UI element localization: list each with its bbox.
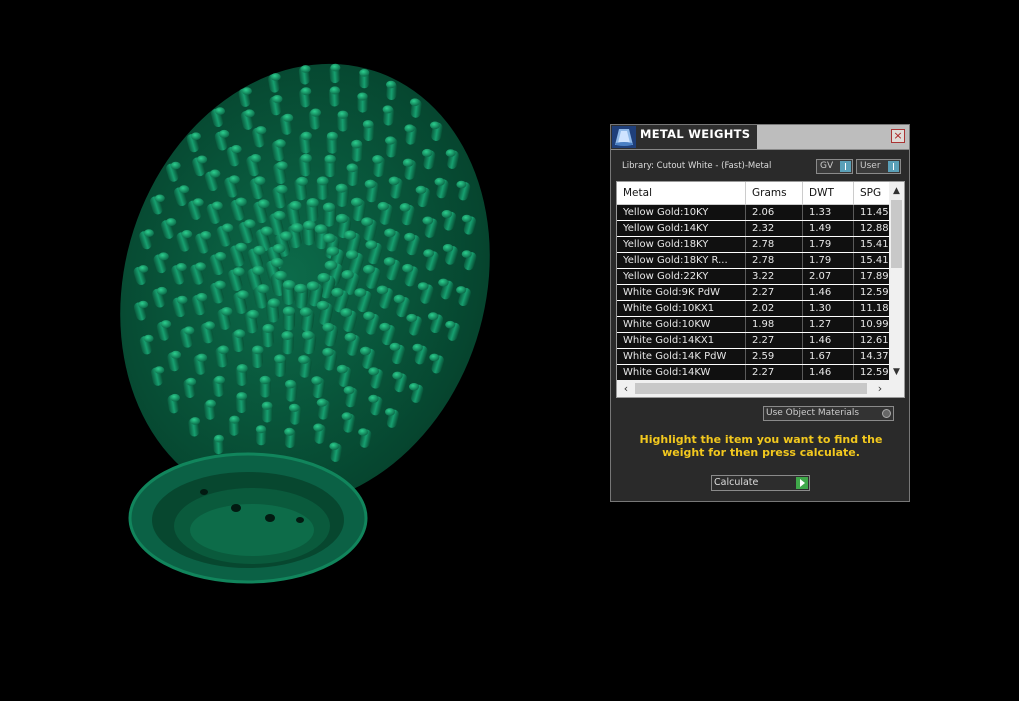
- cell-metal: White Gold:14KX1: [617, 333, 746, 348]
- cell-spg: 14.37: [860, 351, 889, 362]
- 3d-viewport[interactable]: [0, 0, 600, 697]
- column-header-metal[interactable]: Metal: [617, 182, 746, 204]
- user-toggle[interactable]: User: [856, 159, 901, 174]
- table-row[interactable]: White Gold:10KW 1.98 1.27 10.99: [617, 317, 889, 332]
- table-row[interactable]: White Gold:14KX1 2.27 1.46 12.61: [617, 333, 889, 348]
- cell-dwt: 1.46: [803, 333, 854, 348]
- cell-dwt: 1.30: [803, 301, 854, 316]
- table-body: Yellow Gold:10KY 2.06 1.33 11.45 Yellow …: [617, 205, 889, 380]
- cell-metal: Yellow Gold:18KY: [617, 237, 746, 252]
- cell-spg: 17.89: [860, 271, 889, 282]
- cell-spg: 12.59: [860, 367, 889, 378]
- instruction-text: Highlight the item you want to find the …: [639, 433, 883, 459]
- cell-metal: Yellow Gold:22KY: [617, 269, 746, 284]
- cell-grams: 2.06: [746, 205, 803, 220]
- calculate-button[interactable]: Calculate: [711, 475, 810, 491]
- table-row[interactable]: Yellow Gold:18KY 2.78 1.79 15.41: [617, 237, 889, 252]
- cell-dwt: 2.07: [803, 269, 854, 284]
- cell-spg: 12.61: [860, 335, 889, 346]
- cell-metal: White Gold:10KX1: [617, 301, 746, 316]
- use-object-materials-option[interactable]: Use Object Materials: [763, 406, 894, 421]
- user-toggle-knob: [888, 161, 899, 172]
- scroll-down-icon[interactable]: ▼: [889, 365, 904, 379]
- dialog-titlebar[interactable]: METAL WEIGHTS ×: [611, 125, 909, 150]
- cell-dwt: 1.27: [803, 317, 854, 332]
- scroll-corner: [889, 380, 904, 397]
- cell-dwt: 1.46: [803, 285, 854, 300]
- title-tab: METAL WEIGHTS: [611, 125, 757, 149]
- cell-spg: 12.88: [860, 223, 889, 234]
- cell-metal: White Gold:14KW: [617, 365, 746, 380]
- cell-grams: 2.32: [746, 221, 803, 236]
- table-row[interactable]: Yellow Gold:10KY 2.06 1.33 11.45: [617, 205, 889, 220]
- gv-toggle-knob: [840, 161, 851, 172]
- cell-dwt: 1.79: [803, 253, 854, 268]
- cell-spg: 12.59: [860, 287, 889, 298]
- horizontal-scroll-thumb[interactable]: [635, 383, 867, 394]
- cell-dwt: 1.49: [803, 221, 854, 236]
- ring-model[interactable]: [0, 0, 600, 697]
- cell-spg: 15.41: [860, 255, 889, 266]
- dialog-title: METAL WEIGHTS: [640, 127, 751, 141]
- table-row[interactable]: White Gold:10KX1 2.02 1.30 11.18: [617, 301, 889, 316]
- cell-grams: 2.27: [746, 365, 803, 380]
- table-header: Metal Grams DWT SPG: [617, 182, 889, 205]
- vertical-scroll-thumb[interactable]: [891, 200, 902, 268]
- cell-dwt: 1.67: [803, 349, 854, 364]
- cell-dwt: 1.46: [803, 365, 854, 380]
- cell-metal: White Gold:9K PdW: [617, 285, 746, 300]
- metal-flask-icon: [612, 126, 636, 148]
- cell-metal: White Gold:10KW: [617, 317, 746, 332]
- use-object-materials-label: Use Object Materials: [766, 408, 860, 418]
- library-label: Library: Cutout White - (Fast)-Metal: [622, 161, 772, 171]
- scroll-up-icon[interactable]: ▲: [889, 184, 904, 198]
- cell-spg: 11.18: [860, 303, 889, 314]
- vertical-scrollbar[interactable]: ▲ ▼: [889, 182, 904, 380]
- cell-metal: Yellow Gold:14KY: [617, 221, 746, 236]
- cell-spg: 10.99: [860, 319, 889, 330]
- gv-toggle[interactable]: GV: [816, 159, 853, 174]
- metal-table: Metal Grams DWT SPG Yellow Gold:10KY 2.0…: [616, 181, 905, 398]
- column-header-grams[interactable]: Grams: [746, 182, 803, 204]
- cell-dwt: 1.33: [803, 205, 854, 220]
- column-header-spg[interactable]: SPG: [854, 182, 889, 204]
- table-row[interactable]: Yellow Gold:22KY 3.22 2.07 17.89: [617, 269, 889, 284]
- column-header-dwt[interactable]: DWT: [803, 182, 854, 204]
- cell-grams: 2.27: [746, 285, 803, 300]
- cell-dwt: 1.79: [803, 237, 854, 252]
- calculate-label: Calculate: [714, 477, 759, 488]
- cell-grams: 2.78: [746, 253, 803, 268]
- cell-grams: 2.59: [746, 349, 803, 364]
- cell-grams: 2.02: [746, 301, 803, 316]
- cell-metal: Yellow Gold:10KY: [617, 205, 746, 220]
- radio-icon[interactable]: [882, 409, 891, 418]
- play-arrow-icon: [796, 477, 808, 489]
- table-row[interactable]: White Gold:14K PdW 2.59 1.67 14.37: [617, 349, 889, 364]
- cell-spg: 11.45: [860, 207, 889, 218]
- user-toggle-label: User: [860, 161, 881, 171]
- gv-toggle-label: GV: [820, 161, 834, 171]
- cell-grams: 3.22: [746, 269, 803, 284]
- close-button[interactable]: ×: [891, 129, 905, 143]
- table-row[interactable]: White Gold:14KW 2.27 1.46 12.59: [617, 365, 889, 380]
- cell-metal: Yellow Gold:18KY R...: [617, 253, 746, 268]
- table-row[interactable]: Yellow Gold:18KY R... 2.78 1.79 15.41: [617, 253, 889, 268]
- cell-grams: 2.78: [746, 237, 803, 252]
- scroll-right-icon[interactable]: ›: [873, 380, 887, 397]
- table-row[interactable]: White Gold:9K PdW 2.27 1.46 12.59: [617, 285, 889, 300]
- cell-spg: 15.41: [860, 239, 889, 250]
- horizontal-scrollbar[interactable]: ‹ ›: [617, 380, 904, 397]
- table-row[interactable]: Yellow Gold:14KY 2.32 1.49 12.88: [617, 221, 889, 236]
- cell-grams: 2.27: [746, 333, 803, 348]
- cell-metal: White Gold:14K PdW: [617, 349, 746, 364]
- cell-grams: 1.98: [746, 317, 803, 332]
- metal-weights-dialog: METAL WEIGHTS × Library: Cutout White - …: [610, 124, 910, 502]
- scroll-left-icon[interactable]: ‹: [619, 380, 633, 397]
